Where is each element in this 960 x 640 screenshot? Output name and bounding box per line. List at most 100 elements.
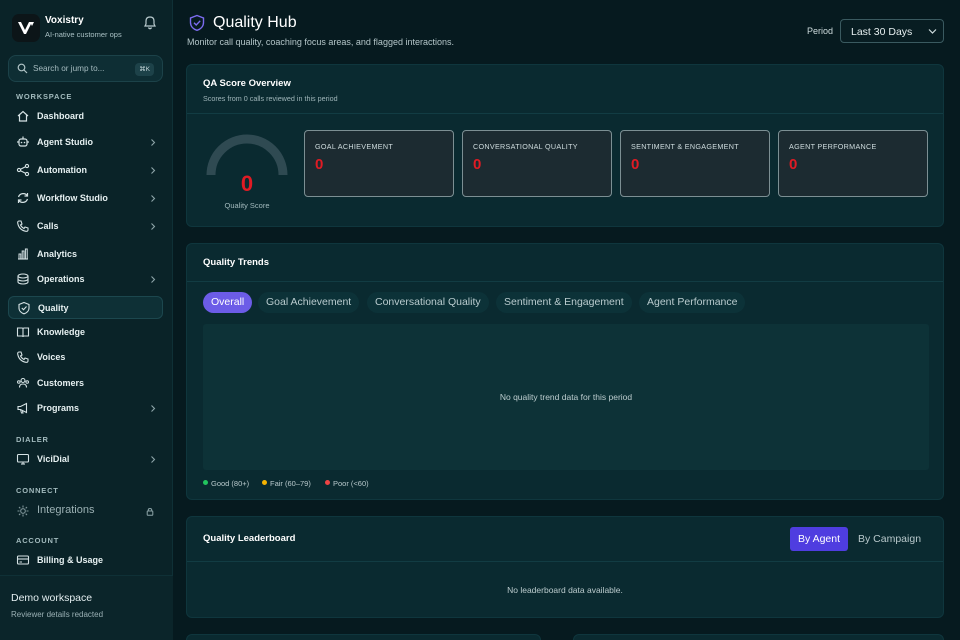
sidebar-item-workflow-studio[interactable]: Workflow Studio xyxy=(8,187,163,210)
legend-dot xyxy=(262,480,267,485)
sidebar-item-operations[interactable]: Operations xyxy=(8,268,163,291)
chevron-down-icon xyxy=(928,29,937,34)
sidebar-item-label: Integrations xyxy=(37,504,95,516)
sidebar-item-label: Voices xyxy=(37,352,66,362)
tab-sentiment-engagement[interactable]: Sentiment & Engagement xyxy=(496,292,632,313)
credit-card-icon xyxy=(16,555,30,565)
workspace-subtitle: Reviewer details redacted xyxy=(11,610,104,619)
section-connect: CONNECT xyxy=(16,486,59,495)
card-title: Quality Leaderboard xyxy=(203,533,296,544)
sidebar-item-dashboard[interactable]: Dashboard xyxy=(8,105,163,128)
quality-trends-card: Quality Trends Overall Goal Achievement … xyxy=(186,243,944,500)
metric-value: 0 xyxy=(473,156,482,173)
chevron-right-icon xyxy=(151,167,156,174)
tab-agent-performance[interactable]: Agent Performance xyxy=(639,292,746,313)
shield-check-icon xyxy=(189,14,205,32)
divider xyxy=(187,281,943,282)
sidebar-item-label: Agent Studio xyxy=(37,137,93,147)
sidebar-item-label: ViciDial xyxy=(37,454,70,464)
phone-icon xyxy=(17,351,29,363)
layers-icon xyxy=(17,273,29,285)
tab-overall[interactable]: Overall xyxy=(203,292,253,313)
app-name: Voxistry xyxy=(45,15,84,26)
megaphone-icon xyxy=(17,402,28,414)
chevron-right-icon xyxy=(151,195,156,202)
tab-goal-achievement[interactable]: Goal Achievement xyxy=(258,292,360,313)
quality-score-gauge: 0 Quality Score xyxy=(205,131,289,221)
bar-chart-icon xyxy=(18,248,28,260)
sidebar-item-vicidial[interactable]: ViciDial xyxy=(8,448,163,471)
bell-icon[interactable] xyxy=(142,15,158,31)
legend-poor: Poor (<60) xyxy=(325,479,369,488)
chevron-right-icon xyxy=(151,223,156,230)
section-workspace: WORKSPACE xyxy=(16,92,73,101)
workspace-name: Demo workspace xyxy=(11,592,93,604)
sidebar-item-integrations[interactable]: Integrations xyxy=(8,500,163,523)
sidebar-item-billing[interactable]: Billing & Usage xyxy=(8,549,163,572)
divider xyxy=(187,113,943,114)
lock-icon xyxy=(146,507,154,516)
empty-state-text: No quality trend data for this period xyxy=(499,392,633,402)
tab-conversational-quality[interactable]: Conversational Quality xyxy=(367,292,489,313)
search-placeholder: Search or jump to... xyxy=(33,64,105,73)
sidebar-item-label: Calls xyxy=(37,221,59,231)
legend-label: Fair (60–79) xyxy=(270,479,311,488)
monitor-icon xyxy=(16,453,30,465)
metric-conversational-quality: CONVERSATIONAL QUALITY 0 xyxy=(462,130,612,197)
search-icon xyxy=(17,63,28,74)
sidebar-item-analytics[interactable]: Analytics xyxy=(8,243,163,266)
metric-label: CONVERSATIONAL QUALITY xyxy=(473,142,578,151)
metric-value: 0 xyxy=(789,156,798,173)
chevron-right-icon xyxy=(151,456,156,463)
card-title: Quality Trends xyxy=(203,257,269,268)
users-icon xyxy=(17,377,29,388)
quality-score-label: Quality Score xyxy=(224,201,270,210)
sidebar-item-label: Knowledge xyxy=(37,327,86,337)
metric-sentiment-engagement: SENTIMENT & ENGAGEMENT 0 xyxy=(620,130,770,197)
sidebar-item-calls[interactable]: Calls xyxy=(8,215,163,238)
sidebar: Voxistry AI-native customer ops Search o… xyxy=(0,0,173,640)
share-icon xyxy=(16,163,30,177)
sidebar-item-customers[interactable]: Customers xyxy=(8,372,163,395)
sidebar-item-quality[interactable]: Quality xyxy=(8,296,163,319)
bottom-card-left xyxy=(186,634,541,640)
by-agent-button[interactable]: By Agent xyxy=(790,527,849,551)
by-campaign-button[interactable]: By Campaign xyxy=(850,527,929,551)
legend-good: Good (80+) xyxy=(203,479,249,488)
legend-dot xyxy=(325,480,330,485)
sidebar-item-automation[interactable]: Automation xyxy=(8,159,163,182)
qa-score-overview-card: QA Score Overview Scores from 0 calls re… xyxy=(186,64,944,227)
section-account: ACCOUNT xyxy=(16,536,60,545)
metric-label: AGENT PERFORMANCE xyxy=(789,142,877,151)
sidebar-item-programs[interactable]: Programs xyxy=(8,397,163,420)
voxistry-logo-icon xyxy=(12,14,40,42)
metric-value: 0 xyxy=(315,156,324,173)
sidebar-item-label: Dashboard xyxy=(37,111,85,121)
sidebar-item-label: Automation xyxy=(37,165,87,175)
legend-label: Poor (<60) xyxy=(333,479,369,488)
page-subtitle: Monitor call quality, coaching focus are… xyxy=(187,37,454,47)
search-input[interactable]: Search or jump to... ⌘K xyxy=(8,55,163,82)
sidebar-item-voices[interactable]: Voices xyxy=(8,346,163,369)
app-tagline: AI-native customer ops xyxy=(45,30,122,39)
legend-fair: Fair (60–79) xyxy=(262,479,311,488)
book-icon xyxy=(16,327,30,338)
shield-check-icon xyxy=(18,301,30,315)
section-dialer: DIALER xyxy=(16,435,49,444)
sidebar-item-label: Operations xyxy=(37,274,85,284)
sidebar-item-agent-studio[interactable]: Agent Studio xyxy=(8,131,163,154)
card-title: QA Score Overview xyxy=(203,78,291,89)
bottom-card-right xyxy=(573,634,944,640)
period-select[interactable]: Last 30 Days xyxy=(840,19,944,43)
phone-icon xyxy=(17,220,29,232)
chevron-right-icon xyxy=(151,139,156,146)
sidebar-item-knowledge[interactable]: Knowledge xyxy=(8,321,163,344)
metric-label: GOAL ACHIEVEMENT xyxy=(315,142,394,151)
sidebar-item-label: Workflow Studio xyxy=(37,193,108,203)
empty-state-text: No leaderboard data available. xyxy=(507,585,623,595)
home-icon xyxy=(17,110,29,122)
quality-score-value: 0 xyxy=(240,171,254,196)
brand[interactable]: Voxistry AI-native customer ops xyxy=(8,10,168,46)
agent-icon xyxy=(17,136,29,147)
workspace-switcher[interactable]: Demo workspace Reviewer details redacted xyxy=(0,575,173,640)
